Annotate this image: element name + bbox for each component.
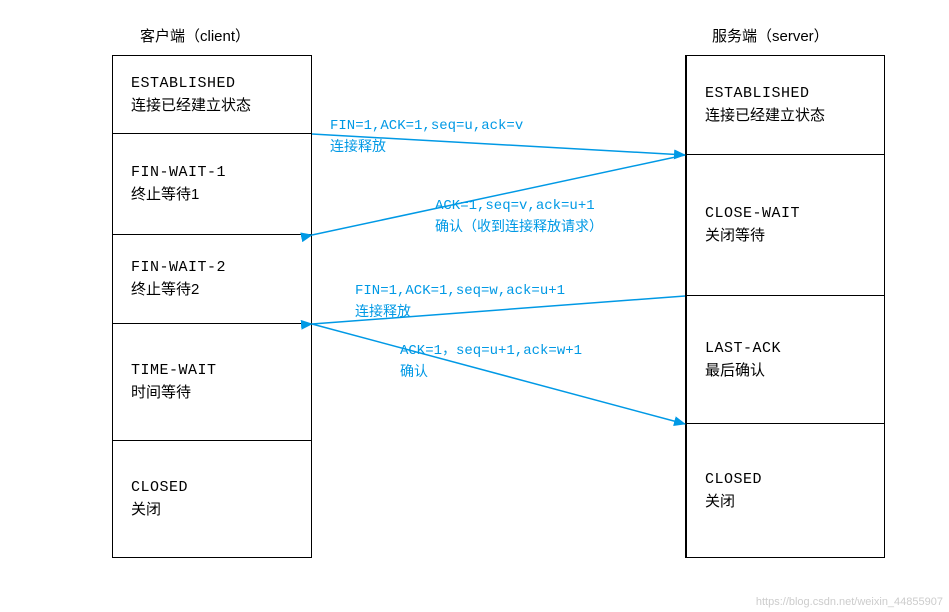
msg-fin-1: FIN=1,ACK=1,seq=u,ack=v 连接释放 (330, 115, 523, 156)
msg-flags: FIN=1,ACK=1,seq=u,ack=v (330, 118, 523, 134)
msg-flags: FIN=1,ACK=1,seq=w,ack=u+1 (355, 283, 565, 299)
state-label: 连接已经建立状态 (131, 94, 293, 115)
state-code: ESTABLISHED (131, 75, 293, 92)
state-label: 终止等待2 (131, 278, 293, 299)
client-column: ESTABLISHED 连接已经建立状态 FIN-WAIT-1 终止等待1 FI… (112, 55, 312, 558)
state-label: 关闭 (131, 498, 293, 519)
server-state-established: ESTABLISHED 连接已经建立状态 (685, 55, 885, 155)
msg-fin-2: FIN=1,ACK=1,seq=w,ack=u+1 连接释放 (355, 280, 565, 321)
state-label: 关闭等待 (705, 224, 866, 245)
state-code: CLOSED (705, 471, 866, 488)
msg-desc: 连接释放 (355, 303, 411, 319)
client-state-closed: CLOSED 关闭 (112, 441, 312, 558)
state-code: LAST-ACK (705, 340, 866, 357)
state-code: ESTABLISHED (705, 85, 866, 102)
state-code: FIN-WAIT-1 (131, 164, 293, 181)
msg-desc: 确认 (400, 363, 428, 379)
client-state-timewait: TIME-WAIT 时间等待 (112, 324, 312, 441)
state-label: 最后确认 (705, 359, 866, 380)
state-code: FIN-WAIT-2 (131, 259, 293, 276)
server-state-closed: CLOSED 关闭 (685, 424, 885, 558)
server-column: ESTABLISHED 连接已经建立状态 CLOSE-WAIT 关闭等待 LAS… (685, 55, 885, 558)
client-state-finwait2: FIN-WAIT-2 终止等待2 (112, 235, 312, 324)
state-code: CLOSED (131, 479, 293, 496)
client-state-established: ESTABLISHED 连接已经建立状态 (112, 55, 312, 134)
msg-flags: ACK=1，seq=u+1,ack=w+1 (400, 343, 582, 359)
server-state-lastack: LAST-ACK 最后确认 (685, 296, 885, 424)
watermark: https://blog.csdn.net/weixin_44855907 (756, 596, 943, 608)
msg-desc: 连接释放 (330, 138, 386, 154)
client-header: 客户端（client） (140, 25, 250, 46)
msg-flags: ACK=1,seq=v,ack=u+1 (435, 198, 595, 214)
msg-ack-2: ACK=1，seq=u+1,ack=w+1 确认 (400, 340, 582, 381)
state-code: CLOSE-WAIT (705, 205, 866, 222)
state-label: 时间等待 (131, 381, 293, 402)
state-label: 连接已经建立状态 (705, 104, 866, 125)
server-header: 服务端（server） (712, 25, 829, 46)
server-state-closewait: CLOSE-WAIT 关闭等待 (685, 155, 885, 296)
msg-desc: 确认（收到连接释放请求） (435, 218, 603, 234)
msg-ack-1: ACK=1,seq=v,ack=u+1 确认（收到连接释放请求） (435, 195, 603, 236)
client-state-finwait1: FIN-WAIT-1 终止等待1 (112, 134, 312, 235)
state-code: TIME-WAIT (131, 362, 293, 379)
state-label: 关闭 (705, 490, 866, 511)
state-label: 终止等待1 (131, 183, 293, 204)
